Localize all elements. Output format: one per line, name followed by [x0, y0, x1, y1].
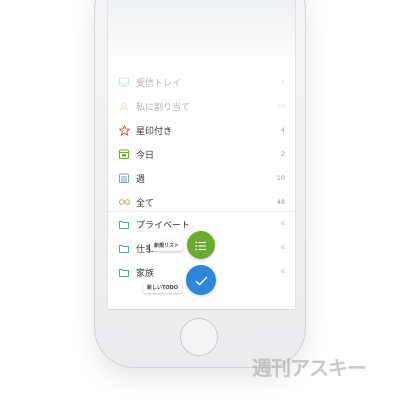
chevron-left-icon[interactable]: ‹	[281, 219, 285, 229]
list-item-week[interactable]: 週 10	[108, 166, 295, 190]
infinity-icon	[118, 196, 130, 208]
list-item-label: 受信トレイ	[136, 78, 182, 89]
list-item-label: 星印付き	[136, 126, 173, 137]
watermark-logo: 週刊アスキー	[252, 356, 367, 380]
list-item-label: 私に割り当て	[136, 102, 191, 113]
list-item-count: 10	[276, 102, 285, 110]
folder-label: 家族	[136, 268, 155, 279]
new-list-button[interactable]	[187, 231, 215, 259]
list-item-starred[interactable]: 星印付き 4	[108, 118, 295, 142]
list-item-label: 週	[136, 174, 146, 185]
list-item-count: 10	[276, 174, 285, 182]
inbox-icon	[118, 76, 130, 88]
new-todo-button[interactable]	[186, 265, 216, 295]
week-icon	[118, 172, 130, 184]
chevron-left-icon[interactable]: ‹	[281, 267, 285, 277]
list-item-label: 全て	[136, 198, 155, 209]
home-button[interactable]	[180, 318, 218, 356]
list-item-count: 4	[280, 126, 285, 134]
list-item-count: 2	[280, 150, 285, 158]
list-item-today[interactable]: 今日 2	[108, 142, 295, 166]
folder-label: プライベート	[136, 220, 191, 231]
folder-icon	[118, 242, 130, 254]
app-screen: 受信トレイ 1 私に割り当て 10 星印付き 4 今日 2 週 10 全て 48…	[107, 0, 296, 310]
list-icon	[195, 236, 207, 255]
list-item-inbox[interactable]: 受信トレイ 1	[108, 70, 295, 94]
list-item-label: 今日	[136, 150, 155, 161]
checkmark-icon	[195, 271, 208, 290]
star-icon	[118, 124, 130, 136]
list-item-count: 1	[280, 78, 285, 86]
new-list-tooltip: 新規リスト	[150, 240, 184, 251]
new-todo-tooltip: 新しいTODO	[143, 282, 183, 293]
chevron-left-icon[interactable]: ‹	[281, 243, 285, 253]
list-item-count: 48	[276, 198, 285, 206]
person-icon	[118, 100, 130, 112]
calendar-icon	[118, 148, 130, 160]
folder-icon	[118, 218, 130, 230]
folder-icon	[118, 266, 130, 278]
list-item-assigned[interactable]: 私に割り当て 10	[108, 94, 295, 118]
status-area	[108, 0, 295, 62]
